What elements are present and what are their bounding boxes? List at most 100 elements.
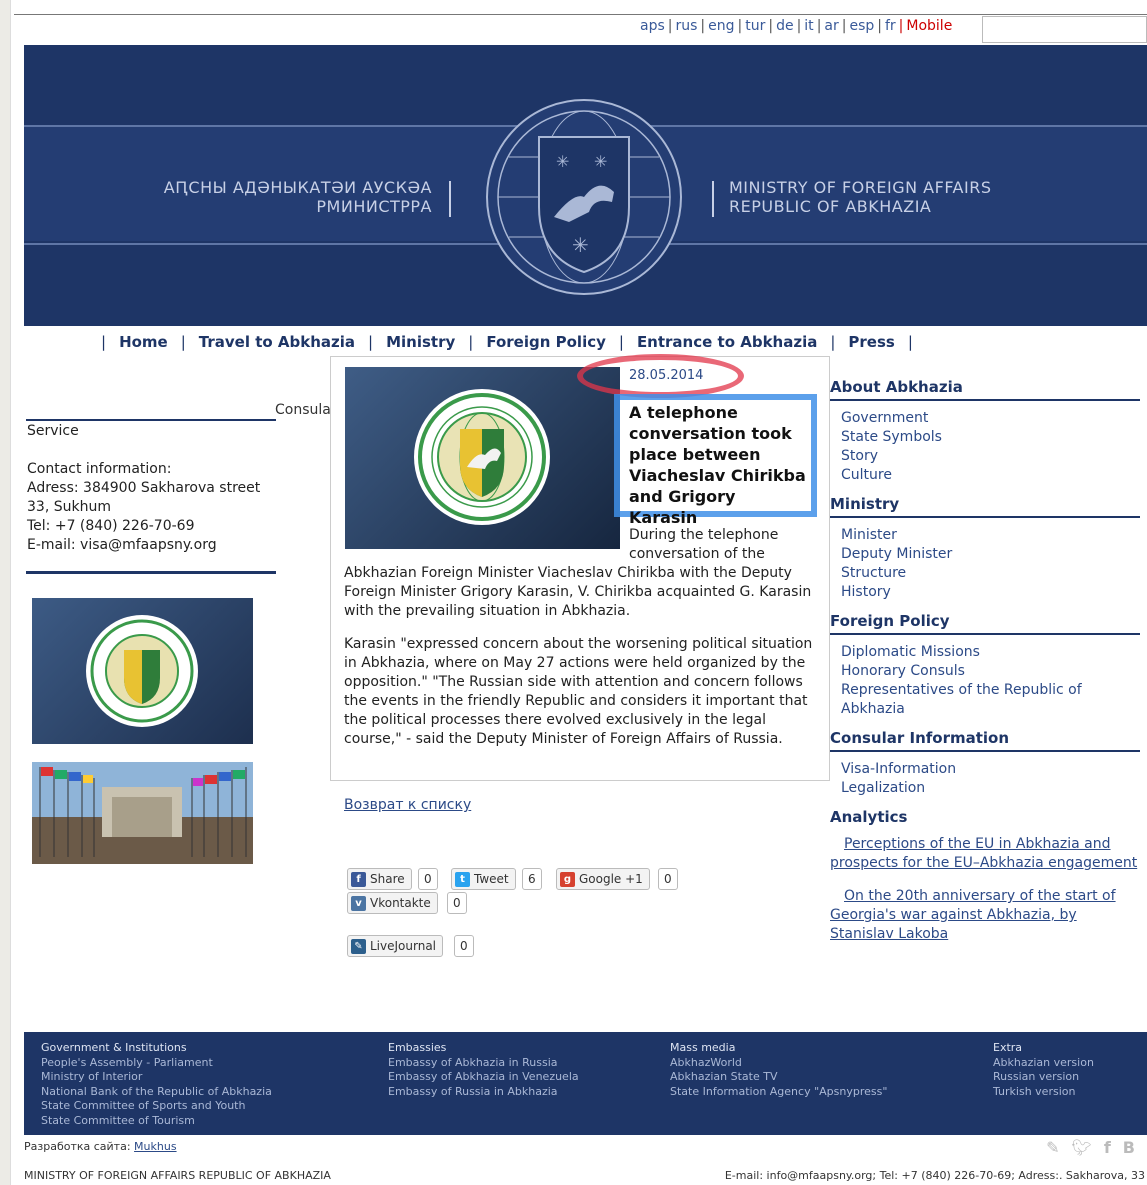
footer-link[interactable]: National Bank of the Republic of Abkhazi… (41, 1085, 272, 1100)
twitter-icon[interactable]: 🐦︎ (1072, 1138, 1092, 1157)
footer-link[interactable]: State Information Agency "Apsnypress" (670, 1085, 887, 1100)
news-popup: 28.05.2014 A telephone conversation took… (331, 354, 829, 780)
developer-label: Разработка сайта: (24, 1140, 131, 1153)
news-image (345, 367, 620, 549)
sidebar-list-about: Government State Symbols Story Culture (841, 409, 1140, 485)
lang-rus[interactable]: rus (675, 18, 697, 34)
sidebar-list-foreign-policy: Diplomatic Missions Honorary Consuls Rep… (841, 643, 1140, 719)
sidebar-item-representatives[interactable]: Representatives of the Republic of Abkha… (841, 682, 1082, 717)
facebook-icon[interactable]: f (1104, 1138, 1111, 1157)
footer-link[interactable]: Turkish version (993, 1085, 1094, 1100)
developer-link[interactable]: Mukhus (134, 1140, 177, 1153)
livejournal-icon: ✎ (351, 939, 366, 954)
google-plus-count: 0 (658, 868, 678, 890)
footer-link[interactable]: Russian version (993, 1070, 1094, 1085)
facebook-share-button[interactable]: f Share (347, 868, 412, 890)
lang-aps[interactable]: aps (640, 18, 665, 34)
footer-link[interactable]: Embassy of Abkhazia in Russia (388, 1056, 579, 1071)
footer-link[interactable]: AbkhazWorld (670, 1056, 887, 1071)
flags-photo-image (32, 762, 253, 864)
analytics-link-20th-anniversary[interactable]: On the 20th anniversary of the start of … (830, 887, 1140, 944)
footer-link[interactable]: State Committee of Sports and Youth (41, 1099, 272, 1114)
footer-org-name: MINISTRY OF FOREIGN AFFAIRS REPUBLIC OF … (24, 1169, 331, 1182)
sidebar-item-deputy-minister[interactable]: Deputy Minister (841, 546, 952, 562)
vkontakte-count: 0 (447, 892, 467, 914)
emblem-thumbnail[interactable] (32, 598, 253, 744)
nav-ministry[interactable]: Ministry (386, 333, 455, 351)
service-label: Service (27, 423, 79, 439)
footer-link[interactable]: Abkhazian State TV (670, 1070, 887, 1085)
lang-tur[interactable]: tur (745, 18, 765, 34)
site-header: АԤСНЫ АДӘНЫКАТӘИ АУСКӘА РМИНИСТРРА MINIS… (24, 45, 1147, 326)
footer-link[interactable]: State Committee of Tourism (41, 1114, 272, 1129)
sidebar-heading-ministry[interactable]: Ministry (830, 495, 1140, 518)
livejournal-icon[interactable]: ✎ (1046, 1138, 1059, 1157)
nav-press[interactable]: Press (848, 333, 894, 351)
sidebar-heading-analytics[interactable]: Analytics (830, 808, 1140, 829)
footer-col-extra: Extra Abkhazian version Russian version … (993, 1041, 1094, 1099)
tweet-count: 6 (522, 868, 542, 890)
nav-entrance[interactable]: Entrance to Abkhazia (637, 333, 817, 351)
footer-heading-extra: Extra (993, 1041, 1023, 1054)
footer-heading-media: Mass media (670, 1041, 736, 1054)
state-emblem-icon[interactable]: ✳ ✳ ✳ (484, 97, 684, 297)
news-body-paragraph-2: Karasin "expressed concern about the wor… (344, 636, 813, 747)
lang-it[interactable]: it (804, 18, 813, 34)
lang-de[interactable]: de (776, 18, 794, 34)
blog-icon[interactable]: B (1123, 1138, 1135, 1157)
lang-eng[interactable]: eng (708, 18, 734, 34)
sidebar-list-ministry: Minister Deputy Minister Structure Histo… (841, 526, 1140, 602)
analytics-link-eu-perceptions[interactable]: Perceptions of the EU in Abkhazia and pr… (830, 835, 1140, 873)
sidebar-item-structure[interactable]: Structure (841, 565, 906, 581)
search-input[interactable] (982, 16, 1147, 43)
sidebar-item-legalization[interactable]: Legalization (841, 780, 925, 796)
nav-home[interactable]: Home (119, 333, 168, 351)
tweet-button[interactable]: t Tweet (451, 868, 516, 890)
language-bar: aps | rus | eng | tur | de | it | ar | esp | fr | Mobile (640, 18, 953, 34)
sidebar-item-government[interactable]: Government (841, 410, 928, 426)
svg-text:✳: ✳ (556, 152, 569, 171)
sidebar-item-state-symbols[interactable]: State Symbols (841, 429, 942, 445)
sidebar-item-honorary-consuls[interactable]: Honorary Consuls (841, 663, 965, 679)
lang-ar[interactable]: ar (824, 18, 838, 34)
flags-photo[interactable] (32, 762, 253, 864)
developer-credit: Разработка сайта: Mukhus (24, 1140, 177, 1153)
sidebar-item-diplomatic-missions[interactable]: Diplomatic Missions (841, 644, 980, 660)
footer-link[interactable]: People's Assembly - Parliament (41, 1056, 272, 1071)
news-body-continued: Abkhazian Foreign Minister Viacheslav Ch… (344, 565, 812, 619)
footer-contacts: E-mail: info@mfaapsny.org; Tel: +7 (840)… (724, 1169, 1145, 1182)
sidebar-heading-about[interactable]: About Abkhazia (830, 378, 1140, 401)
lang-fr[interactable]: fr (885, 18, 896, 34)
twitter-icon: t (455, 872, 470, 887)
livejournal-button[interactable]: ✎ LiveJournal (347, 935, 444, 957)
sidebar-item-minister[interactable]: Minister (841, 527, 897, 543)
vkontakte-button[interactable]: v Vkontakte (347, 892, 438, 914)
lang-esp[interactable]: esp (849, 18, 874, 34)
nav-foreign-policy[interactable]: Foreign Policy (486, 333, 606, 351)
google-plus-button[interactable]: g Google +1 (556, 868, 650, 890)
header-title-english: MINISTRY OF FOREIGN AFFAIRS REPUBLIC OF … (729, 178, 992, 216)
footer-link[interactable]: Abkhazian version (993, 1056, 1094, 1071)
sidebar-item-history[interactable]: History (841, 584, 891, 600)
back-to-list-link[interactable]: Возврат к списку (344, 797, 471, 813)
header-divider-right (712, 181, 714, 217)
sidebar-heading-foreign-policy[interactable]: Foreign Policy (830, 612, 1140, 635)
footer-link[interactable]: Embassy of Abkhazia in Venezuela (388, 1070, 579, 1085)
sidebar-heading-consular[interactable]: Consular Information (830, 729, 1140, 752)
footer-link[interactable]: Ministry of Interior (41, 1070, 272, 1085)
footer-col-media: Mass media AbkhazWorld Abkhazian State T… (670, 1041, 887, 1099)
sidebar-item-visa-information[interactable]: Visa-Information (841, 761, 956, 777)
sidebar-item-culture[interactable]: Culture (841, 467, 892, 483)
header-divider-left (449, 181, 451, 217)
main-nav: | Home | Travel to Abkhazia | Ministry | Foreig… (101, 333, 913, 351)
consular-tab-truncated[interactable]: Consular (275, 402, 337, 418)
mobile-link[interactable]: Mobile (906, 18, 952, 34)
left-divider-top (26, 419, 276, 421)
footer-link[interactable]: Embassy of Russia in Abkhazia (388, 1085, 579, 1100)
site-footer: Government & Institutions People's Assem… (24, 1032, 1147, 1135)
sidebar-item-story[interactable]: Story (841, 448, 878, 464)
footer-col-embassies: Embassies Embassy of Abkhazia in Russia … (388, 1041, 579, 1099)
footer-heading-government: Government & Institutions (41, 1041, 187, 1054)
nav-travel[interactable]: Travel to Abkhazia (199, 333, 355, 351)
contact-info: Contact information: Adress: 384900 Sakh… (27, 460, 262, 555)
